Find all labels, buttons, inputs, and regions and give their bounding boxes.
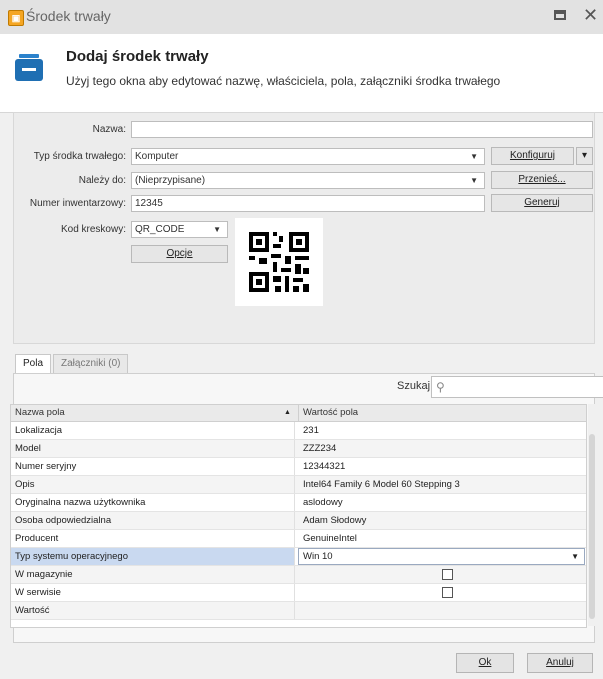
- dialog-subtitle: Użyj tego okna aby edytować nazwę, właśc…: [66, 74, 501, 88]
- options-button[interactable]: Opcje: [131, 245, 228, 263]
- in-warehouse-checkbox[interactable]: [442, 569, 453, 580]
- table-row-selected[interactable]: Typ systemu operacyjnego Win 10 ▼: [11, 548, 586, 566]
- vertical-scrollbar[interactable]: [588, 404, 596, 626]
- chevron-down-icon: ▼: [470, 152, 478, 161]
- configure-menu-button[interactable]: ▾: [576, 147, 593, 165]
- search-icon: ⚲: [436, 380, 445, 394]
- field-value[interactable]: Intel64 Family 6 Model 60 Stepping 3: [299, 476, 578, 493]
- inventory-label: Numer inwentarzowy:: [29, 198, 126, 209]
- chevron-down-icon: ▼: [470, 176, 478, 185]
- move-button[interactable]: Przenieś...: [491, 171, 593, 189]
- name-input[interactable]: [131, 121, 593, 138]
- grid-header: Nazwa pola ▲ Wartość pola: [11, 405, 586, 422]
- field-name: Opis: [11, 476, 295, 493]
- tab-attachments[interactable]: Załączniki (0): [53, 354, 129, 374]
- belongs-label: Należy do:: [78, 175, 126, 186]
- table-row[interactable]: Wartość: [11, 602, 586, 620]
- field-name: Wartość: [11, 602, 295, 619]
- table-row[interactable]: Oryginalna nazwa użytkownika aslodowy: [11, 494, 586, 512]
- fields-grid: Nazwa pola ▲ Wartość pola Lokalizacja 23…: [10, 404, 587, 628]
- table-row[interactable]: Lokalizacja 231: [11, 422, 586, 440]
- field-value[interactable]: Adam Słodowy: [299, 512, 578, 529]
- dialog-header: Dodaj środek trwały Użyj tego okna aby e…: [0, 34, 603, 113]
- column-header-value[interactable]: Wartość pola: [298, 405, 583, 421]
- field-name: Osoba odpowiedzialna: [11, 512, 295, 529]
- barcode-label: Kod kreskowy:: [60, 224, 126, 235]
- window-title: Środek trwały: [26, 8, 111, 24]
- inventory-input[interactable]: 12345: [131, 195, 485, 212]
- in-service-checkbox[interactable]: [442, 587, 453, 598]
- qr-code-image: [235, 218, 323, 306]
- dialog-title: Dodaj środek trwały: [66, 48, 209, 65]
- search-label: Szukaj: [397, 380, 431, 392]
- table-row[interactable]: Producent GenuineIntel: [11, 530, 586, 548]
- table-row[interactable]: Osoba odpowiedzialna Adam Słodowy: [11, 512, 586, 530]
- tab-bar: Pola Załączniki (0): [13, 346, 593, 374]
- belongs-select[interactable]: (Nieprzypisane) ▼: [131, 172, 485, 189]
- type-select-value: Komputer: [135, 151, 179, 162]
- table-row[interactable]: Model ZZZ234: [11, 440, 586, 458]
- type-select[interactable]: Komputer ▼: [131, 148, 485, 165]
- ok-button[interactable]: Ok: [456, 653, 514, 673]
- field-value[interactable]: 12344321: [299, 458, 578, 475]
- field-value[interactable]: 231: [299, 422, 578, 439]
- field-name: Lokalizacja: [11, 422, 295, 439]
- os-type-select[interactable]: Win 10 ▼: [298, 548, 585, 565]
- maximize-icon[interactable]: [554, 10, 566, 20]
- app-icon: ▣: [8, 10, 24, 26]
- sort-ascending-icon: ▲: [284, 409, 291, 416]
- field-name: W serwisie: [11, 584, 295, 601]
- type-label: Typ środka trwałego:: [33, 151, 126, 162]
- field-name: Oryginalna nazwa użytkownika: [11, 494, 295, 511]
- configure-button[interactable]: Konfiguruj: [491, 147, 574, 165]
- search-input[interactable]: ⚲: [431, 376, 603, 398]
- title-bar: ▣ Środek trwały ✕: [0, 0, 603, 34]
- field-name: Numer seryjny: [11, 458, 295, 475]
- chevron-down-icon: ▼: [213, 225, 221, 234]
- barcode-select-value: QR_CODE: [135, 224, 185, 235]
- field-value[interactable]: ZZZ234: [299, 440, 578, 457]
- table-row[interactable]: Numer seryjny 12344321: [11, 458, 586, 476]
- fixed-asset-dialog: ▣ Środek trwały ✕ Dodaj środek trwały Uż…: [0, 0, 603, 679]
- field-name: W magazynie: [11, 566, 295, 583]
- name-label: Nazwa:: [92, 124, 126, 135]
- barcode-select[interactable]: QR_CODE ▼: [131, 221, 228, 238]
- column-header-name[interactable]: Nazwa pola: [11, 405, 291, 421]
- table-row[interactable]: W magazynie: [11, 566, 586, 584]
- field-value[interactable]: aslodowy: [299, 494, 578, 511]
- cancel-button[interactable]: Anuluj: [527, 653, 593, 673]
- scrollbar-thumb[interactable]: [589, 434, 595, 619]
- chevron-down-icon: ▼: [571, 552, 579, 561]
- os-type-value: Win 10: [303, 551, 333, 562]
- field-name: Typ systemu operacyjnego: [11, 548, 295, 565]
- field-name: Producent: [11, 530, 295, 547]
- chevron-down-icon: ▾: [581, 150, 588, 161]
- asset-tray-icon: [15, 54, 43, 81]
- belongs-select-value: (Nieprzypisane): [135, 175, 206, 186]
- field-value[interactable]: GenuineIntel: [299, 530, 578, 547]
- table-row[interactable]: W serwisie: [11, 584, 586, 602]
- table-row[interactable]: Opis Intel64 Family 6 Model 60 Stepping …: [11, 476, 586, 494]
- generate-button[interactable]: Generuj: [491, 194, 593, 212]
- field-value[interactable]: [299, 602, 578, 619]
- close-icon[interactable]: ✕: [583, 5, 598, 26]
- field-name: Model: [11, 440, 295, 457]
- tab-fields[interactable]: Pola: [15, 354, 52, 374]
